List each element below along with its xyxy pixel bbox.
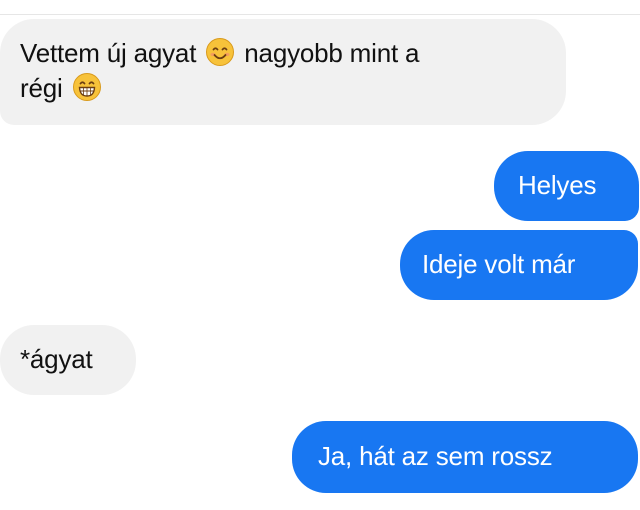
top-divider: [0, 14, 640, 15]
outgoing-message-bubble[interactable]: Ja, hát az sem rossz: [292, 421, 638, 493]
incoming-message-bubble[interactable]: *ágyat: [0, 325, 136, 395]
incoming-message-bubble[interactable]: Vettem új agyat nagyobb mint a régi: [0, 19, 566, 125]
message-text: Ja, hát az sem rossz: [318, 441, 553, 471]
message-text: régi: [20, 73, 63, 103]
outgoing-message-bubble[interactable]: Ideje volt már: [400, 230, 638, 300]
message-line-1: Vettem új agyat nagyobb mint a: [20, 36, 548, 71]
message-text: Helyes: [518, 170, 597, 200]
grinning-face-icon: [72, 73, 101, 101]
message-line-2: régi: [20, 71, 548, 106]
message-text: nagyobb mint a: [244, 38, 420, 68]
outgoing-message-bubble[interactable]: Helyes: [494, 151, 639, 221]
smiling-face-icon: [206, 38, 235, 66]
message-text: Ideje volt már: [422, 249, 576, 279]
message-text: *ágyat: [20, 344, 93, 374]
message-text: Vettem új agyat: [20, 38, 197, 68]
